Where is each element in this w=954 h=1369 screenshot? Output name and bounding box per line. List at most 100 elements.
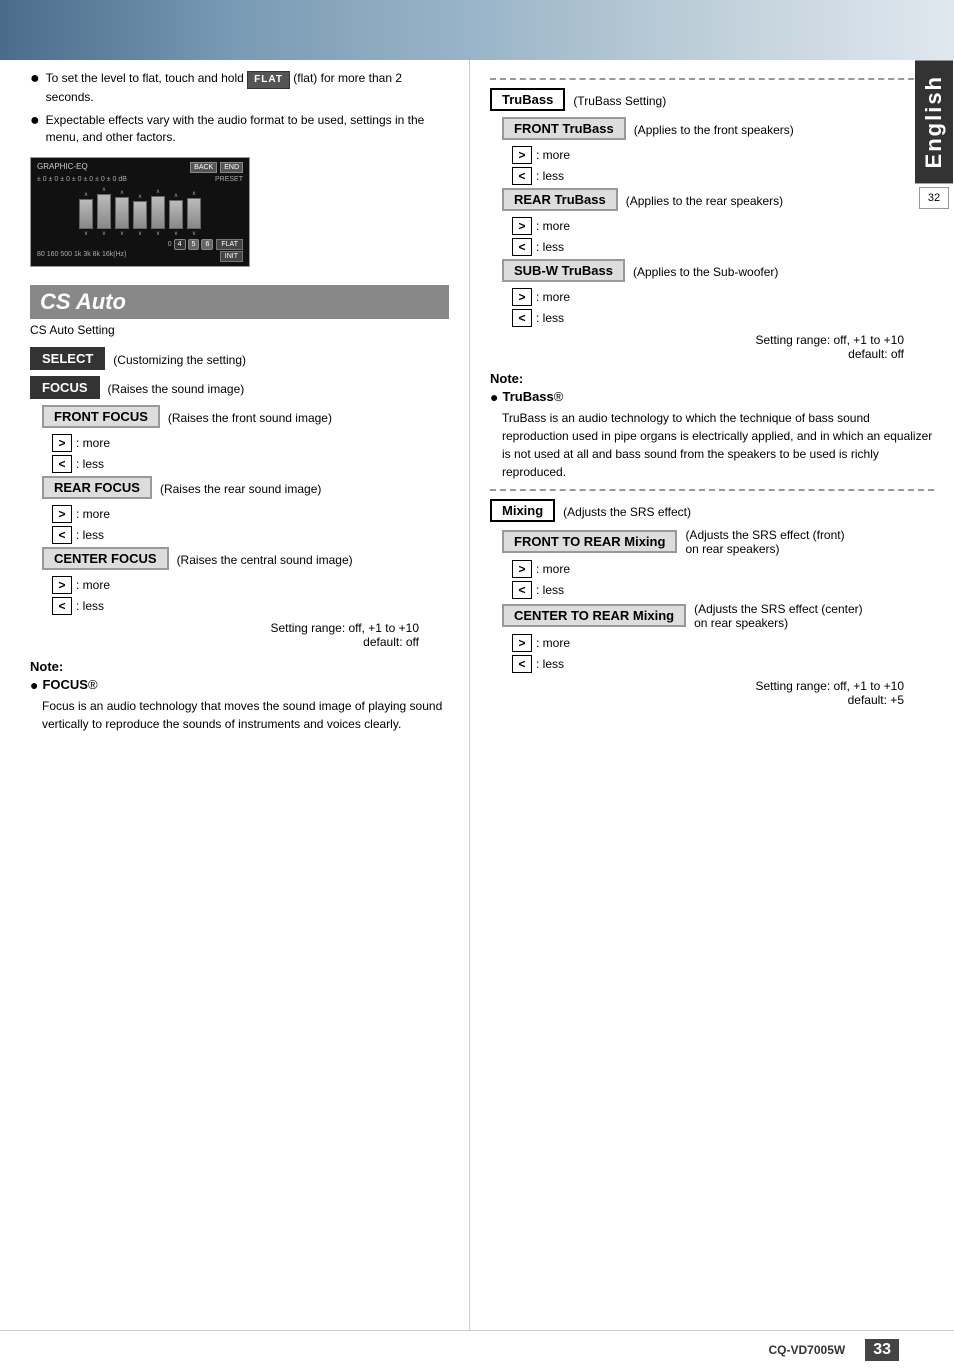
front-to-rear-more-btn[interactable]: > <box>512 560 532 578</box>
subw-trubass-less-control: < : less <box>512 309 934 327</box>
center-to-rear-less-btn[interactable]: < <box>512 655 532 673</box>
front-trubass-more-btn[interactable]: > <box>512 146 532 164</box>
cs-auto-heading: CS Auto <box>30 285 449 319</box>
rear-focus-desc: (Raises the rear sound image) <box>160 482 321 496</box>
note-trubass-title: TruBass <box>502 389 553 404</box>
top-image-strip <box>0 0 954 60</box>
subw-trubass-less-btn[interactable]: < <box>512 309 532 327</box>
front-focus-desc: (Raises the front sound image) <box>168 411 332 425</box>
rear-focus-label: REAR FOCUS <box>42 476 152 499</box>
front-trubass-desc: (Applies to the front speakers) <box>634 123 794 137</box>
trubass-label: TruBass <box>490 88 565 111</box>
center-to-rear-more-btn[interactable]: > <box>512 634 532 652</box>
bullet-text-1: To set the level to flat, touch and hold… <box>46 70 449 106</box>
eq-bars: ∧∨ ∧∨ ∧∨ ∧∨ ∧∨ ∧∨ ∧∨ <box>79 185 201 237</box>
note-focus-text: Focus is an audio technology that moves … <box>42 697 449 733</box>
subw-trubass-label: SUB-W TruBass <box>502 259 625 282</box>
rear-focus-row: REAR FOCUS (Raises the rear sound image) <box>42 476 449 501</box>
cs-auto-subtitle: CS Auto Setting <box>30 323 449 337</box>
trubass-desc: (TruBass Setting) <box>573 94 666 108</box>
rear-trubass-label: REAR TruBass <box>502 188 618 211</box>
center-focus-more-label: : more <box>76 578 110 592</box>
eq-preset-4[interactable]: 4 <box>174 239 186 250</box>
rear-trubass-less-btn[interactable]: < <box>512 238 532 256</box>
graphic-eq-display: GRAPHIC-EQ BACK END ± 0 ± 0 ± 0 ± 0 ± 0 … <box>30 157 250 267</box>
eq-title: GRAPHIC-EQ <box>37 162 88 173</box>
bullet-item-1: ● To set the level to flat, touch and ho… <box>30 70 449 106</box>
rear-trubass-less-control: < : less <box>512 238 934 256</box>
focus-desc: (Raises the sound image) <box>108 382 245 396</box>
eq-back-btn: BACK <box>190 162 217 173</box>
front-focus-less-label: : less <box>76 457 104 471</box>
center-to-rear-more-label: : more <box>536 636 570 650</box>
front-to-rear-less-btn[interactable]: < <box>512 581 532 599</box>
middle-dashed-sep <box>490 489 934 491</box>
center-focus-less-btn[interactable]: < <box>52 597 72 615</box>
mixing-row: Mixing (Adjusts the SRS effect) <box>490 499 934 524</box>
front-focus-more-label: : more <box>76 436 110 450</box>
subw-trubass-less-label: : less <box>536 311 564 325</box>
front-trubass-row: FRONT TruBass (Applies to the front spea… <box>502 117 934 142</box>
flat-button-inline: FLAT <box>247 71 290 89</box>
center-to-rear-less-label: : less <box>536 657 564 671</box>
center-focus-more-control: > : more <box>52 576 449 594</box>
trubass-row: TruBass (TruBass Setting) <box>490 88 934 113</box>
front-trubass-less-control: < : less <box>512 167 934 185</box>
rear-focus-less-label: : less <box>76 528 104 542</box>
front-to-rear-mixing-desc: (Adjusts the SRS effect (front) on rear … <box>685 528 844 556</box>
note-trubass-section: Note: ● TruBass® TruBass is an audio tec… <box>490 371 934 481</box>
bullet-section: ● To set the level to flat, touch and ho… <box>30 70 449 145</box>
center-focus-more-btn[interactable]: > <box>52 576 72 594</box>
eq-init-btn[interactable]: INIT <box>220 251 243 262</box>
note-trubass-reg: ® <box>554 389 564 404</box>
center-focus-desc: (Raises the central sound image) <box>177 553 353 567</box>
rear-trubass-row: REAR TruBass (Applies to the rear speake… <box>502 188 934 213</box>
eq-preset-5[interactable]: 5 <box>188 239 200 250</box>
eq-flat-btn[interactable]: FLAT <box>216 239 243 250</box>
front-trubass-less-label: : less <box>536 169 564 183</box>
rear-focus-less-control: < : less <box>52 526 449 544</box>
center-focus-row: CENTER FOCUS (Raises the central sound i… <box>42 547 449 572</box>
page-number-32: 32 <box>919 187 949 209</box>
front-to-rear-less-control: < : less <box>512 581 934 599</box>
front-focus-more-btn[interactable]: > <box>52 434 72 452</box>
note-trubass-text: TruBass is an audio technology to which … <box>502 409 934 481</box>
front-to-rear-mixing-row: FRONT TO REAR Mixing (Adjusts the SRS ef… <box>502 528 934 556</box>
rear-trubass-more-btn[interactable]: > <box>512 217 532 235</box>
mixing-label: Mixing <box>490 499 555 522</box>
top-dashed-sep <box>490 78 934 80</box>
bullet-text-2: Expectable effects vary with the audio f… <box>46 112 449 146</box>
select-desc: (Customizing the setting) <box>113 353 246 367</box>
note-focus-section: Note: ● FOCUS® Focus is an audio technol… <box>30 659 449 733</box>
subw-trubass-more-btn[interactable]: > <box>512 288 532 306</box>
subw-trubass-more-control: > : more <box>512 288 934 306</box>
subw-trubass-desc: (Applies to the Sub-woofer) <box>633 265 778 279</box>
english-tab: English <box>915 60 953 183</box>
rear-focus-more-btn[interactable]: > <box>52 505 72 523</box>
note-focus-bullet: ● FOCUS® <box>30 677 449 693</box>
front-focus-label: FRONT FOCUS <box>42 405 160 428</box>
front-to-rear-more-label: : more <box>536 562 570 576</box>
front-trubass-less-btn[interactable]: < <box>512 167 532 185</box>
select-label: SELECT <box>30 347 105 370</box>
note-trubass-bullet: ● TruBass® <box>490 389 934 405</box>
center-to-rear-mixing-row: CENTER TO REAR Mixing (Adjusts the SRS e… <box>502 602 934 630</box>
rear-trubass-more-control: > : more <box>512 217 934 235</box>
front-to-rear-mixing-label: FRONT TO REAR Mixing <box>502 530 677 553</box>
eq-preset-6[interactable]: 6 <box>201 239 213 250</box>
bullet-dot-1: ● <box>30 71 40 87</box>
front-focus-more-control: > : more <box>52 434 449 452</box>
note-focus-reg: ® <box>88 677 98 692</box>
front-to-rear-more-control: > : more <box>512 560 934 578</box>
rear-focus-less-btn[interactable]: < <box>52 526 72 544</box>
bullet-dot-2: ● <box>30 113 40 129</box>
rear-trubass-desc: (Applies to the rear speakers) <box>626 194 783 208</box>
right-sidebar: English 32 <box>914 60 954 1330</box>
subw-trubass-more-label: : more <box>536 290 570 304</box>
note-trubass-dot: ● <box>490 389 498 405</box>
front-focus-less-btn[interactable]: < <box>52 455 72 473</box>
center-to-rear-more-control: > : more <box>512 634 934 652</box>
front-trubass-more-label: : more <box>536 148 570 162</box>
subw-trubass-row: SUB-W TruBass (Applies to the Sub-woofer… <box>502 259 934 284</box>
center-focus-label: CENTER FOCUS <box>42 547 169 570</box>
